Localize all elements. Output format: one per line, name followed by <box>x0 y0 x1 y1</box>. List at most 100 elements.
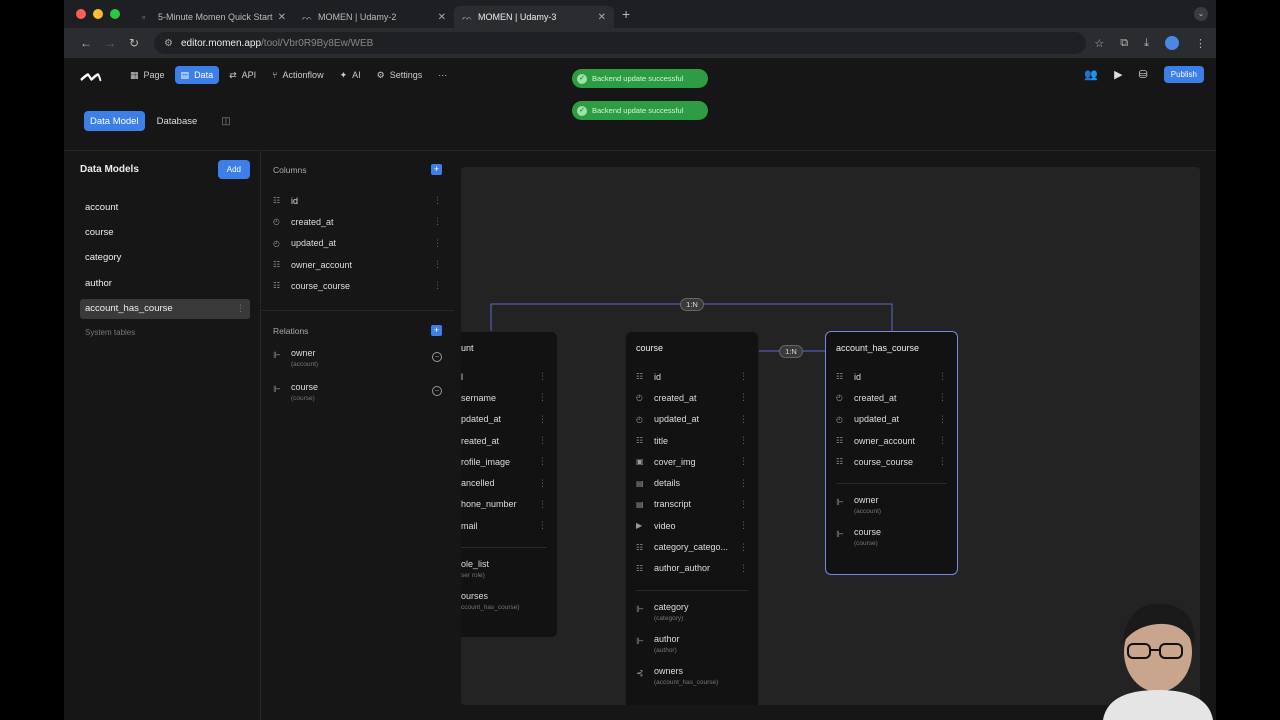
system-tables-link[interactable]: System tables <box>80 328 250 337</box>
drag-handle-icon[interactable]: ☷ <box>273 260 291 269</box>
site-settings-icon[interactable]: ⚙ <box>164 38 173 49</box>
column-item[interactable]: ☷ course_course ⋮ <box>261 275 454 296</box>
add-column-button[interactable]: + <box>431 164 442 175</box>
minimize-window-button[interactable] <box>93 9 103 19</box>
bookmark-star-icon[interactable]: ☆ <box>1094 37 1104 50</box>
model-item-account-has-course[interactable]: account_has_course ⋮ <box>80 298 250 319</box>
menu-page[interactable]: ▦ Page <box>124 66 171 84</box>
menu-actionflow[interactable]: ⑂ Actionflow <box>266 66 329 84</box>
field-more-icon[interactable]: ⋮ <box>538 456 547 467</box>
model-item-course[interactable]: course <box>80 222 250 242</box>
drag-handle-icon[interactable]: ☷ <box>636 543 654 552</box>
entity-field[interactable]: ☷ title ⋮ <box>626 430 758 451</box>
entity-field[interactable]: ☷ author_author ⋮ <box>626 558 758 579</box>
publish-button[interactable]: Publish <box>1163 66 1204 83</box>
drag-handle-icon[interactable]: ☷ <box>636 564 654 573</box>
entity-field[interactable]: ◴ updated_at ⋮ <box>826 409 957 430</box>
entity-field[interactable]: ◴ created_at ⋮ <box>826 387 957 408</box>
column-more-icon[interactable]: ⋮ <box>433 259 442 270</box>
close-tab-icon[interactable]: ✕ <box>278 12 286 23</box>
model-item-account[interactable]: account <box>80 197 250 217</box>
field-more-icon[interactable]: ⋮ <box>739 499 748 510</box>
model-item-author[interactable]: author <box>80 273 250 293</box>
close-tab-icon[interactable]: ✕ <box>598 12 606 23</box>
drag-handle-icon[interactable]: ☷ <box>273 196 291 205</box>
browser-tab-2[interactable]: ᨓ MOMEN | Udamy-2 ✕ <box>294 6 454 28</box>
drag-handle-icon[interactable]: ☷ <box>836 457 854 466</box>
field-more-icon[interactable]: ⋮ <box>938 456 947 467</box>
field-more-icon[interactable]: ⋮ <box>938 435 947 446</box>
entity-field[interactable]: ▶ video ⋮ <box>626 515 758 536</box>
relation-item[interactable]: ⊩ owner (account) − <box>261 348 454 370</box>
entity-relation[interactable]: ⊩ course (course) <box>826 527 957 549</box>
menu-ai[interactable]: ✦ AI <box>334 66 367 84</box>
entity-field[interactable]: ◴ updated_at ⋮ <box>626 409 758 430</box>
momen-logo-icon[interactable]: ᨓ <box>80 64 116 87</box>
field-more-icon[interactable]: ⋮ <box>938 371 947 382</box>
entity-field[interactable]: ☷ category_catego... ⋮ <box>626 536 758 557</box>
model-more-icon[interactable]: ⋮ <box>236 303 245 314</box>
menu-settings[interactable]: ⚙ Settings <box>371 66 429 84</box>
address-bar[interactable]: ⚙ editor.momen.app /tool/Vbr0R9By8Ew/WEB <box>154 32 1087 54</box>
drag-handle-icon[interactable]: ☷ <box>636 372 654 381</box>
field-more-icon[interactable]: ⋮ <box>538 414 547 425</box>
column-item[interactable]: ☷ owner_account ⋮ <box>261 254 454 275</box>
entity-field[interactable]: ☷ id ⋮ <box>626 366 758 387</box>
field-more-icon[interactable]: ⋮ <box>538 392 547 403</box>
field-more-icon[interactable]: ⋮ <box>938 414 947 425</box>
browser-tab-1[interactable]: ▫ 5-Minute Momen Quick Start ✕ <box>134 6 294 28</box>
entity-field[interactable]: hone_number ⋮ <box>461 494 557 515</box>
column-more-icon[interactable]: ⋮ <box>433 238 442 249</box>
tab-search-icon[interactable]: ⌄ <box>1194 7 1208 21</box>
relation-badge-mid[interactable]: 1:N <box>779 345 803 358</box>
add-relation-button[interactable]: + <box>431 325 442 337</box>
more-menu-button[interactable]: ··· <box>432 66 453 84</box>
tab-database[interactable]: Database <box>151 111 204 131</box>
forward-icon[interactable]: → <box>98 36 122 50</box>
entity-relation[interactable]: ⊰ owners (account_has_course) <box>626 666 758 688</box>
field-more-icon[interactable]: ⋮ <box>538 435 547 446</box>
entity-field[interactable]: rofile_image ⋮ <box>461 451 557 472</box>
back-icon[interactable]: ← <box>74 36 98 50</box>
column-item[interactable]: ☷ id ⋮ <box>261 190 454 211</box>
entity-field[interactable]: reated_at ⋮ <box>461 430 557 451</box>
drag-handle-icon[interactable]: ☷ <box>836 372 854 381</box>
menu-api[interactable]: ⇄ API <box>223 66 262 84</box>
entity-relation[interactable]: ourses ccount_has_course) <box>461 591 557 613</box>
download-icon[interactable]: ⤓ <box>1144 37 1149 50</box>
entity-field[interactable]: ▤ details ⋮ <box>626 472 758 493</box>
reload-icon[interactable]: ↻ <box>122 36 146 50</box>
entity-field[interactable]: mail ⋮ <box>461 515 557 536</box>
field-more-icon[interactable]: ⋮ <box>739 414 748 425</box>
close-window-button[interactable] <box>76 9 86 19</box>
relation-badge-top[interactable]: 1:N <box>680 298 704 311</box>
new-tab-icon[interactable]: + <box>622 6 630 22</box>
profile-avatar[interactable] <box>1165 36 1179 50</box>
field-more-icon[interactable]: ⋮ <box>739 520 748 531</box>
drag-handle-icon[interactable]: ☷ <box>836 436 854 445</box>
field-more-icon[interactable]: ⋮ <box>538 478 547 489</box>
preview-play-icon[interactable]: ▶ <box>1114 68 1122 81</box>
field-more-icon[interactable]: ⋮ <box>938 392 947 403</box>
entity-field[interactable]: ancelled ⋮ <box>461 472 557 493</box>
field-more-icon[interactable]: ⋮ <box>739 371 748 382</box>
field-more-icon[interactable]: ⋮ <box>739 392 748 403</box>
collaborators-icon[interactable]: 👥 <box>1084 68 1098 81</box>
field-more-icon[interactable]: ⋮ <box>739 435 748 446</box>
field-more-icon[interactable]: ⋮ <box>538 520 547 531</box>
entity-relation[interactable]: ⊩ author (author) <box>626 634 758 656</box>
extensions-icon[interactable]: ⧉ <box>1120 37 1128 50</box>
maximize-window-button[interactable] <box>110 9 120 19</box>
relation-item[interactable]: ⊩ course (course) − <box>261 382 454 404</box>
entity-relation[interactable]: ole_list ser role) <box>461 559 557 581</box>
entity-relation[interactable]: ⊩ category (category) <box>626 602 758 624</box>
column-item[interactable]: ◴ created_at ⋮ <box>261 211 454 232</box>
field-more-icon[interactable]: ⋮ <box>739 542 748 553</box>
field-more-icon[interactable]: ⋮ <box>739 563 748 574</box>
entity-field[interactable]: ▤ transcript ⋮ <box>626 494 758 515</box>
entity-field[interactable]: ☷ owner_account ⋮ <box>826 430 957 451</box>
column-more-icon[interactable]: ⋮ <box>433 280 442 291</box>
field-more-icon[interactable]: ⋮ <box>739 478 748 489</box>
entity-field[interactable]: pdated_at ⋮ <box>461 409 557 430</box>
menu-data[interactable]: ▤ Data <box>174 66 220 84</box>
